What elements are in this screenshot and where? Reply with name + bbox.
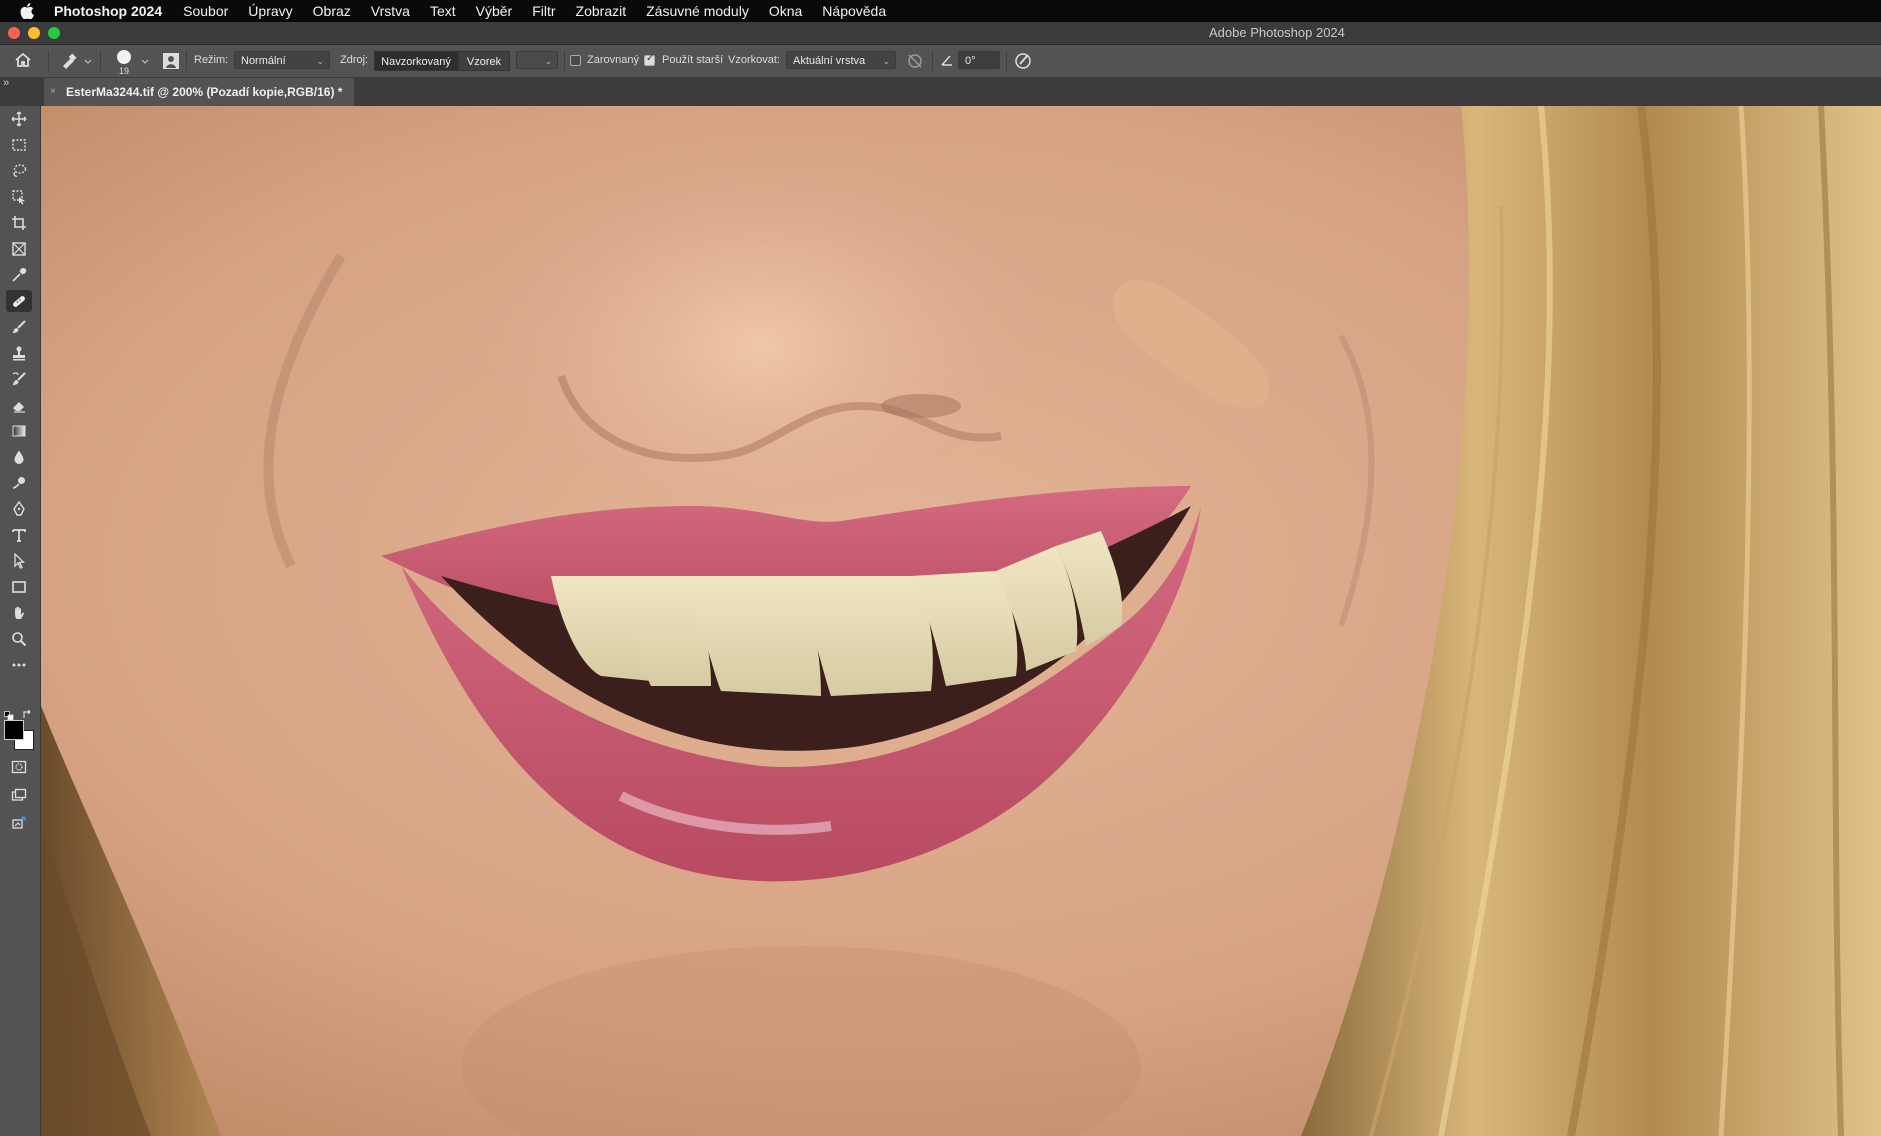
crop-tool-icon[interactable]: [6, 212, 32, 234]
rectangle-tool-icon[interactable]: [6, 576, 32, 598]
mode-value: Normální: [241, 55, 286, 67]
tools-panel: [0, 106, 41, 1136]
marquee-tool-icon[interactable]: [6, 134, 32, 156]
apple-icon[interactable]: [20, 3, 40, 19]
menu-vyber[interactable]: Výběr: [476, 3, 513, 19]
blur-tool-icon[interactable]: [6, 446, 32, 468]
document-tab[interactable]: × EsterMa3244.tif @ 200% (Pozadí kopie,R…: [44, 78, 354, 106]
macos-menubar: Photoshop 2024 Soubor Úpravy Obraz Vrstv…: [0, 0, 1881, 22]
move-tool-icon[interactable]: [6, 108, 32, 130]
menu-napoveda[interactable]: Nápověda: [822, 3, 886, 19]
dodge-tool-icon[interactable]: [6, 472, 32, 494]
separator: [100, 51, 101, 71]
menu-zasuvne-moduly[interactable]: Zásuvné moduly: [646, 3, 749, 19]
menu-okna[interactable]: Okna: [769, 3, 802, 19]
separator: [932, 51, 933, 71]
brush-size-value: 19: [119, 66, 130, 76]
chevron-down-icon: ⌄: [882, 56, 890, 66]
type-tool-icon[interactable]: [6, 524, 32, 546]
quick-mask-icon[interactable]: [6, 756, 32, 778]
history-brush-tool-icon[interactable]: [6, 368, 32, 390]
chevron-down-icon[interactable]: [140, 54, 150, 72]
close-icon[interactable]: ×: [50, 78, 56, 106]
screen-mode-icon[interactable]: [6, 784, 32, 806]
gradient-tool-icon[interactable]: [6, 420, 32, 442]
app-name-menu[interactable]: Photoshop 2024: [54, 3, 162, 19]
sample-value: Aktuální vrstva: [793, 55, 866, 67]
angle-input[interactable]: 0°: [958, 51, 1000, 69]
object-selection-tool-icon[interactable]: [6, 186, 32, 208]
document-tab-title: EsterMa3244.tif @ 200% (Pozadí kopie,RGB…: [66, 85, 343, 99]
source-pattern-button[interactable]: Vzorek: [458, 51, 510, 71]
sample-dropdown[interactable]: Aktuální vrstva ⌄: [786, 51, 896, 69]
frame-tool-icon[interactable]: [6, 238, 32, 260]
ignore-adjustment-layers-icon[interactable]: [906, 52, 924, 75]
brush-tool-icon[interactable]: [6, 316, 32, 338]
collapse-panels-icon[interactable]: »: [3, 77, 9, 89]
tool-preset-picker[interactable]: [60, 52, 92, 75]
lasso-tool-icon[interactable]: [6, 160, 32, 182]
source-label: Zdroj:: [340, 54, 369, 66]
sample-label: Vzorkovat:: [728, 54, 780, 66]
window-title: Adobe Photoshop 2024: [1209, 25, 1345, 40]
more-tools-icon[interactable]: [6, 654, 32, 676]
zoom-window-button[interactable]: [48, 27, 60, 39]
eraser-tool-icon[interactable]: [6, 394, 32, 416]
menu-vrstva[interactable]: Vrstva: [371, 3, 410, 19]
document-tab-bar: » × EsterMa3244.tif @ 200% (Pozadí kopie…: [0, 77, 1881, 106]
foreground-color-swatch[interactable]: [4, 720, 24, 740]
menu-upravy[interactable]: Úpravy: [248, 3, 292, 19]
window-titlebar: Adobe Photoshop 2024: [0, 22, 1881, 45]
pressure-size-icon[interactable]: [1014, 52, 1032, 75]
hand-tool-icon[interactable]: [6, 602, 32, 624]
home-icon[interactable]: [14, 51, 32, 74]
aligned-label: Zarovnaný: [587, 54, 639, 66]
menu-text[interactable]: Text: [430, 3, 456, 19]
separator: [186, 51, 187, 71]
healing-brush-tool-icon[interactable]: [6, 290, 32, 312]
photo-image: [41, 106, 1881, 1136]
clone-stamp-tool-icon[interactable]: [6, 342, 32, 364]
chevron-down-icon: ⌄: [316, 56, 324, 66]
use-legacy-label: Použít starší: [662, 54, 724, 66]
mode-label: Režim:: [194, 54, 229, 66]
separator: [48, 51, 49, 71]
eyedropper-tool-icon[interactable]: [6, 264, 32, 286]
document-canvas[interactable]: [41, 106, 1881, 1136]
chevron-down-icon: ⌄: [544, 56, 552, 66]
menu-obraz[interactable]: Obraz: [313, 3, 351, 19]
clone-source-panel-icon[interactable]: [162, 52, 180, 75]
zoom-tool-icon[interactable]: [6, 628, 32, 650]
menu-zobrazit[interactable]: Zobrazit: [576, 3, 627, 19]
share-icon[interactable]: [6, 812, 32, 834]
separator: [564, 51, 565, 71]
source-sampled-button[interactable]: Navzorkovaný: [374, 51, 458, 71]
menu-filtr[interactable]: Filtr: [532, 3, 555, 19]
pen-tool-icon[interactable]: [6, 498, 32, 520]
tool-options-bar: 19 Režim: Normální ⌄ Zdroj: Navzorkovaný…: [0, 45, 1881, 78]
path-selection-tool-icon[interactable]: [6, 550, 32, 572]
angle-value: 0°: [965, 55, 976, 67]
minimize-window-button[interactable]: [28, 27, 40, 39]
aligned-checkbox[interactable]: [570, 55, 581, 66]
separator: [1006, 51, 1007, 71]
close-window-button[interactable]: [8, 27, 20, 39]
menu-soubor[interactable]: Soubor: [183, 3, 228, 19]
angle-icon: [940, 53, 954, 72]
mode-dropdown[interactable]: Normální ⌄: [234, 51, 330, 69]
use-legacy-checkbox[interactable]: [644, 53, 655, 66]
pattern-picker[interactable]: ⌄: [516, 51, 558, 69]
